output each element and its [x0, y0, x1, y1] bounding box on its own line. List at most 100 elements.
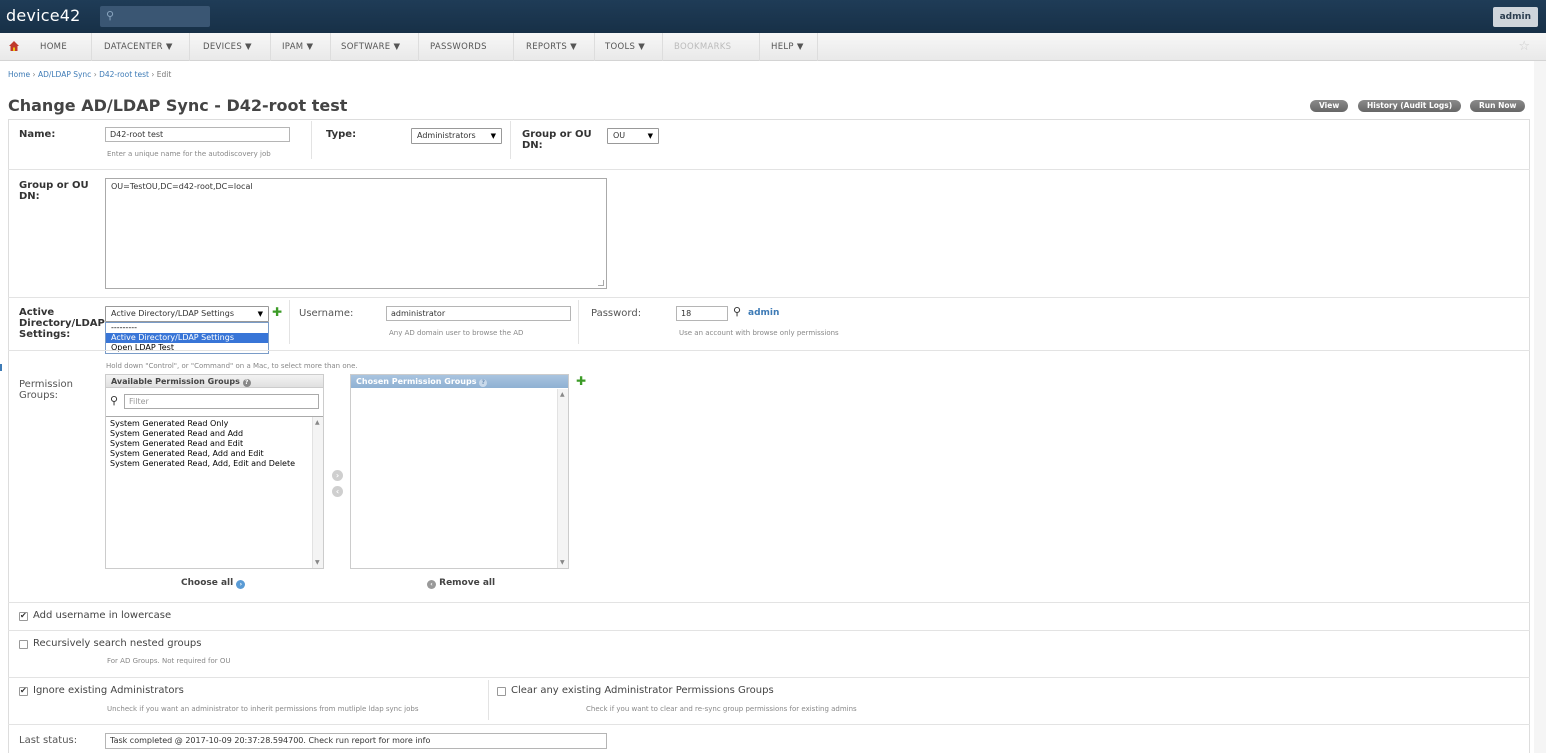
global-search-input[interactable]: ⚲ — [100, 6, 210, 27]
dn-textarea[interactable]: OU=TestOU,DC=d42-root,DC=local — [105, 178, 607, 289]
available-groups-header: Available Permission Groups ? — [106, 375, 323, 388]
available-option[interactable]: System Generated Read and Add — [106, 429, 311, 439]
password-lookup-search-icon[interactable]: ⚲ — [733, 305, 741, 318]
nav-passwords[interactable]: PASSWORDS — [430, 33, 514, 61]
nav-ipam[interactable]: IPAM ▼ — [282, 33, 331, 61]
main-nav: HOME DATACENTER ▼ DEVICES ▼ IPAM ▼ SOFTW… — [0, 33, 1546, 61]
nav-help[interactable]: HELP ▼ — [771, 33, 818, 61]
password-user-link[interactable]: admin — [748, 308, 779, 318]
nav-home[interactable]: HOME — [40, 33, 92, 61]
available-option[interactable]: System Generated Read Only — [106, 419, 311, 429]
scroll-down-icon[interactable]: ▼ — [315, 559, 320, 566]
recursive-help: For AD Groups. Not required for OU — [107, 657, 231, 665]
nav-software[interactable]: SOFTWARE ▼ — [341, 33, 419, 61]
divider — [488, 680, 489, 720]
dn-textarea-value: OU=TestOU,DC=d42-root,DC=local — [111, 182, 253, 191]
ad-option-selected[interactable]: Active Directory/LDAP Settings — [106, 333, 268, 343]
view-button[interactable]: View — [1310, 100, 1349, 112]
available-groups-title: Available Permission Groups — [111, 377, 240, 386]
clear-groups-checkbox[interactable] — [497, 687, 506, 696]
available-groups-panel: Available Permission Groups ? ⚲ Filter S… — [105, 374, 324, 569]
search-icon: ⚲ — [106, 9, 115, 22]
home-icon[interactable] — [8, 40, 20, 52]
remove-all-label: Remove all — [439, 578, 496, 588]
scroll-up-icon[interactable]: ▲ — [560, 391, 565, 398]
chosen-groups-header: Chosen Permission Groups ? — [351, 375, 568, 388]
clear-groups-label: Clear any existing Administrator Permiss… — [511, 685, 774, 696]
nav-tools[interactable]: TOOLS ▼ — [605, 33, 663, 61]
remove-all-arrow-icon: ‹ — [427, 580, 436, 589]
ignore-admins-help: Uncheck if you want an administrator to … — [107, 705, 419, 713]
scroll-up-icon[interactable]: ▲ — [315, 419, 320, 426]
last-status-field: Task completed @ 2017-10-09 20:37:28.594… — [105, 733, 607, 749]
top-header: device42 ⚲ admin — [0, 0, 1546, 33]
nav-reports[interactable]: REPORTS ▼ — [526, 33, 595, 61]
chosen-groups-list[interactable]: ▲ ▼ — [351, 389, 568, 568]
available-option[interactable]: System Generated Read, Add, Edit and Del… — [106, 459, 311, 469]
chosen-groups-panel: Chosen Permission Groups ? ▲ ▼ — [350, 374, 569, 569]
choose-all-link[interactable]: Choose all › — [181, 578, 246, 589]
page-title: Change AD/LDAP Sync - D42-root test — [8, 96, 348, 115]
available-groups-list[interactable]: System Generated Read Only System Genera… — [106, 416, 323, 568]
ad-option[interactable]: --------- — [106, 323, 268, 333]
breadcrumb-current: Edit — [156, 70, 172, 79]
recursive-label: Recursively search nested groups — [33, 638, 202, 649]
resize-handle[interactable] — [598, 280, 604, 286]
filter-input[interactable]: Filter — [124, 394, 319, 409]
app-logo[interactable]: device42 — [6, 6, 81, 25]
divider — [289, 300, 290, 344]
recursive-checkbox[interactable] — [19, 640, 28, 649]
bookmark-star-icon[interactable]: ☆ — [1518, 39, 1530, 54]
remove-selected-arrow-icon[interactable]: ‹ — [332, 486, 343, 497]
available-option[interactable]: System Generated Read, Add and Edit — [106, 449, 311, 459]
chosen-groups-title: Chosen Permission Groups — [356, 377, 477, 386]
ad-option[interactable]: Open LDAP Test — [106, 343, 268, 353]
lowercase-checkbox[interactable] — [19, 611, 28, 621]
filter-wrap: ⚲ Filter — [110, 394, 319, 410]
divider — [578, 300, 579, 344]
nav-datacenter[interactable]: DATACENTER ▼ — [104, 33, 190, 61]
breadcrumb-home[interactable]: Home — [8, 70, 30, 79]
user-menu-button[interactable]: admin — [1492, 7, 1538, 27]
nav-devices[interactable]: DEVICES ▼ — [203, 33, 271, 61]
ignore-admins-checkbox[interactable] — [19, 686, 28, 696]
list-scrollbar[interactable]: ▲ ▼ — [312, 417, 323, 568]
help-icon[interactable]: ? — [479, 379, 488, 387]
add-selected-arrow-icon[interactable]: › — [332, 470, 343, 481]
username-input[interactable]: administrator — [386, 306, 571, 321]
add-permission-group-plus-icon[interactable]: ✚ — [576, 374, 586, 388]
type-select[interactable]: Administrators ▼ — [411, 128, 502, 144]
ignore-admins-label: Ignore existing Administrators — [33, 685, 184, 696]
run-now-button[interactable]: Run Now — [1470, 100, 1526, 112]
dn-label: Group or OU DN: — [19, 180, 89, 202]
name-input[interactable]: D42-root test — [105, 127, 290, 142]
last-status-label: Last status: — [19, 735, 78, 746]
dropdown-arrow-icon: ▼ — [647, 132, 653, 140]
divider — [510, 121, 511, 159]
group-ou-select[interactable]: OU ▼ — [607, 128, 659, 144]
page-scrollbar[interactable] — [1534, 61, 1546, 753]
breadcrumb-item[interactable]: D42-root test — [99, 70, 149, 79]
nav-bookmarks[interactable]: BOOKMARKS — [674, 33, 760, 61]
add-ad-setting-plus-icon[interactable]: ✚ — [272, 305, 282, 319]
ad-settings-label: Active Directory/LDAP Settings: — [19, 307, 105, 340]
username-help: Any AD domain user to browse the AD — [389, 329, 524, 337]
choose-all-label: Choose all — [181, 578, 234, 588]
password-input[interactable]: 18 — [676, 306, 728, 321]
breadcrumb-section[interactable]: AD/LDAP Sync — [38, 70, 91, 79]
available-option[interactable]: System Generated Read and Edit — [106, 439, 311, 449]
help-icon[interactable]: ? — [242, 379, 251, 387]
focus-marker — [0, 364, 2, 371]
list-scrollbar[interactable]: ▲ ▼ — [557, 389, 568, 568]
choose-all-arrow-icon: › — [236, 580, 246, 589]
username-label: Username: — [299, 308, 354, 319]
dropdown-arrow-icon: ▼ — [257, 310, 263, 318]
scroll-down-icon[interactable]: ▼ — [560, 559, 565, 566]
remove-all-link[interactable]: ‹ Remove all — [427, 578, 495, 589]
multiselect-help: Hold down "Control", or "Command" on a M… — [106, 362, 358, 370]
ad-settings-select[interactable]: Active Directory/LDAP Settings ▼ — [105, 306, 269, 322]
history-button[interactable]: History (Audit Logs) — [1358, 100, 1462, 112]
group-ou-select-value: OU — [613, 131, 626, 140]
password-help: Use an account with browse only permissi… — [679, 329, 839, 337]
type-label: Type: — [326, 129, 357, 140]
